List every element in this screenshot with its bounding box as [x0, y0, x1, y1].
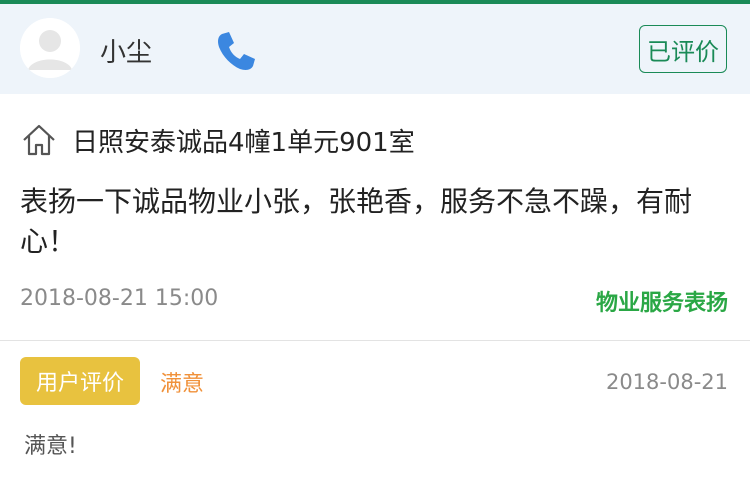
- comment-text: 表扬一下诚品物业小张，张艳香，服务不急不躁，有耐心！: [20, 185, 693, 258]
- divider: [0, 340, 750, 341]
- rated-button[interactable]: 已评价: [639, 25, 727, 73]
- address-row: 日照安泰诚品4幢1单元901室: [20, 120, 415, 160]
- category-label: 物业服务表扬: [595, 291, 728, 316]
- evaluation-date: 2018-08-21: [605, 370, 728, 394]
- phone-icon[interactable]: [212, 28, 258, 74]
- avatar[interactable]: [20, 18, 80, 78]
- address-text: 日照安泰诚品4幢1单元901室: [72, 127, 415, 158]
- timestamp: 2018-08-21 15:00: [20, 286, 219, 311]
- user-name: 小尘: [100, 38, 153, 68]
- user-evaluation-badge: 用户评价: [20, 357, 140, 405]
- evaluation-text: 满意!: [24, 434, 77, 459]
- home-icon: [23, 124, 55, 156]
- user-header: 小尘 已评价: [0, 4, 750, 94]
- satisfaction-label: 满意: [160, 372, 205, 397]
- default-avatar-icon: [20, 18, 80, 78]
